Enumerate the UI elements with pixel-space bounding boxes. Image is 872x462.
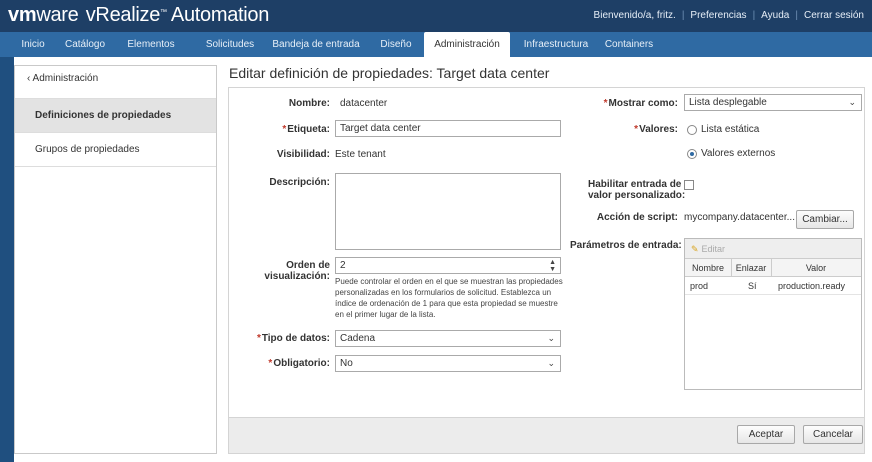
param-value-cell: production.ready: [778, 281, 846, 291]
form-footer: Aceptar Cancelar: [228, 417, 865, 454]
table-row[interactable]: prod Sí production.ready: [685, 277, 861, 295]
external-values-label: Valores externos: [701, 148, 776, 159]
tab-bandeja[interactable]: Bandeja de entrada: [268, 32, 364, 57]
datatype-selected: Cadena: [340, 333, 376, 344]
brand-tm: ™: [160, 9, 167, 16]
order-value: 2: [340, 260, 346, 271]
description-label: Descripción:: [269, 177, 330, 188]
required-marker: *: [256, 333, 261, 344]
external-values-radio[interactable]: [687, 149, 697, 159]
display-as-label: *Mostrar como:: [590, 98, 678, 109]
script-action-label: Acción de script:: [596, 212, 678, 223]
static-list-radio[interactable]: [687, 125, 697, 135]
label-field-label: *Etiqueta:: [250, 124, 330, 135]
static-list-label: Lista estática: [701, 124, 760, 135]
visibility-value: Este tenant: [335, 149, 386, 160]
required-marker: *: [603, 98, 608, 109]
label-input[interactable]: Target data center: [335, 120, 561, 137]
tab-catalogo[interactable]: Catálogo: [59, 32, 111, 57]
required-label-text: Obligatorio:: [273, 358, 330, 369]
custom-value-label-line2: valor personalizado:: [588, 190, 686, 201]
user-links: Bienvenido/a, fritz. | Preferencias | Ayuda |…: [588, 10, 870, 21]
column-header-value[interactable]: Valor: [771, 259, 861, 277]
script-action-value: mycompany.datacenter...: [684, 212, 795, 223]
required-marker: *: [634, 124, 639, 135]
sidebar-item-property-definitions[interactable]: Definiciones de propiedades: [15, 99, 216, 133]
cancel-button[interactable]: Cancelar: [803, 425, 863, 444]
display-as-select[interactable]: Lista desplegable ⌄: [684, 94, 862, 111]
required-marker: *: [268, 358, 273, 369]
welcome-text: Bienvenido/a, fritz.: [593, 10, 676, 21]
top-header: vmware vRealize™ Automation Bienvenido/a…: [0, 0, 872, 32]
tab-diseno[interactable]: Diseño: [378, 32, 414, 57]
name-value: datacenter: [340, 98, 388, 109]
description-textarea[interactable]: [335, 173, 561, 250]
required-selected: No: [340, 358, 353, 369]
order-help-text: Puede controlar el orden en el que se mu…: [335, 277, 563, 319]
edit-button[interactable]: ✎ Editar: [691, 244, 725, 255]
pencil-icon: ✎: [691, 244, 699, 254]
param-bind-cell: Sí: [748, 281, 757, 291]
spinner-arrows-icon[interactable]: ▲ ▼: [549, 259, 556, 273]
brand-ware: ware: [36, 4, 79, 26]
brand-product: vRealize: [85, 4, 161, 26]
datatype-select[interactable]: Cadena ⌄: [335, 330, 561, 347]
tab-infraestructura[interactable]: Infraestructura: [518, 32, 594, 57]
vmware-logo: vmware vRealize™ Automation: [8, 4, 269, 27]
main-nav: Inicio Catálogo Elementos Solicitudes Ba…: [0, 32, 872, 57]
input-params-table: ✎ Editar Nombre Enlazar Valor prod Sí pro…: [684, 238, 862, 390]
order-label: Orden de visualización:: [250, 260, 330, 282]
params-header-row: Nombre Enlazar Valor: [685, 259, 861, 277]
datatype-label: *Tipo de datos:: [240, 333, 330, 344]
sidebar: ‹ Administración Definiciones de propied…: [14, 65, 217, 454]
label-field-label-text: Etiqueta:: [287, 124, 330, 135]
tab-containers[interactable]: Containers: [600, 32, 658, 57]
column-header-bind[interactable]: Enlazar: [731, 259, 771, 277]
values-label: *Valores:: [590, 124, 678, 135]
column-divider: [771, 259, 772, 277]
params-toolbar: ✎ Editar: [685, 239, 861, 259]
chevron-down-icon: ⌄: [547, 333, 555, 343]
tab-elementos[interactable]: Elementos: [119, 32, 183, 57]
tab-solicitudes[interactable]: Solicitudes: [199, 32, 261, 57]
required-label: *Obligatorio:: [240, 358, 330, 369]
preferences-link[interactable]: Preferencias: [684, 10, 752, 21]
chevron-down-icon: ⌄: [547, 358, 555, 368]
name-label: Nombre:: [288, 98, 330, 109]
custom-value-label-line1: Habilitar entrada de: [588, 179, 682, 190]
required-select[interactable]: No ⌄: [335, 355, 561, 372]
visibility-label: Visibilidad:: [276, 149, 330, 160]
required-marker: *: [282, 124, 287, 135]
param-name-cell: prod: [690, 281, 709, 291]
datatype-label-text: Tipo de datos:: [261, 333, 330, 344]
custom-value-label: Habilitar entrada de valor personalizado:: [588, 179, 685, 201]
order-label-line2: visualización:: [264, 271, 330, 282]
accept-button[interactable]: Aceptar: [737, 425, 795, 444]
edit-label: Editar: [701, 244, 726, 254]
change-button[interactable]: Cambiar...: [796, 210, 854, 229]
sidebar-item-property-groups[interactable]: Grupos de propiedades: [15, 133, 216, 167]
brand-vm: vm: [8, 4, 37, 26]
column-divider: [731, 259, 732, 277]
input-params-label: Parámetros de entrada:: [570, 240, 682, 251]
sidebar-back-link[interactable]: ‹ Administración: [15, 66, 216, 99]
column-header-name[interactable]: Nombre: [685, 259, 731, 277]
values-label-text: Valores:: [639, 124, 678, 135]
custom-value-checkbox[interactable]: [684, 180, 694, 190]
help-link[interactable]: Ayuda: [755, 10, 795, 21]
tab-inicio[interactable]: Inicio: [17, 32, 49, 57]
order-label-line1: Orden de: [286, 260, 330, 271]
order-stepper[interactable]: 2 ▲ ▼: [335, 257, 561, 274]
display-as-selected: Lista desplegable: [689, 97, 767, 108]
chevron-down-icon: ⌄: [848, 97, 856, 107]
page-title: Editar definición de propiedades: Target…: [229, 65, 550, 81]
brand-module: Automation: [170, 4, 270, 26]
tab-administracion[interactable]: Administración: [424, 32, 510, 57]
logout-link[interactable]: Cerrar sesión: [798, 10, 870, 21]
display-as-label-text: Mostrar como:: [608, 98, 678, 109]
